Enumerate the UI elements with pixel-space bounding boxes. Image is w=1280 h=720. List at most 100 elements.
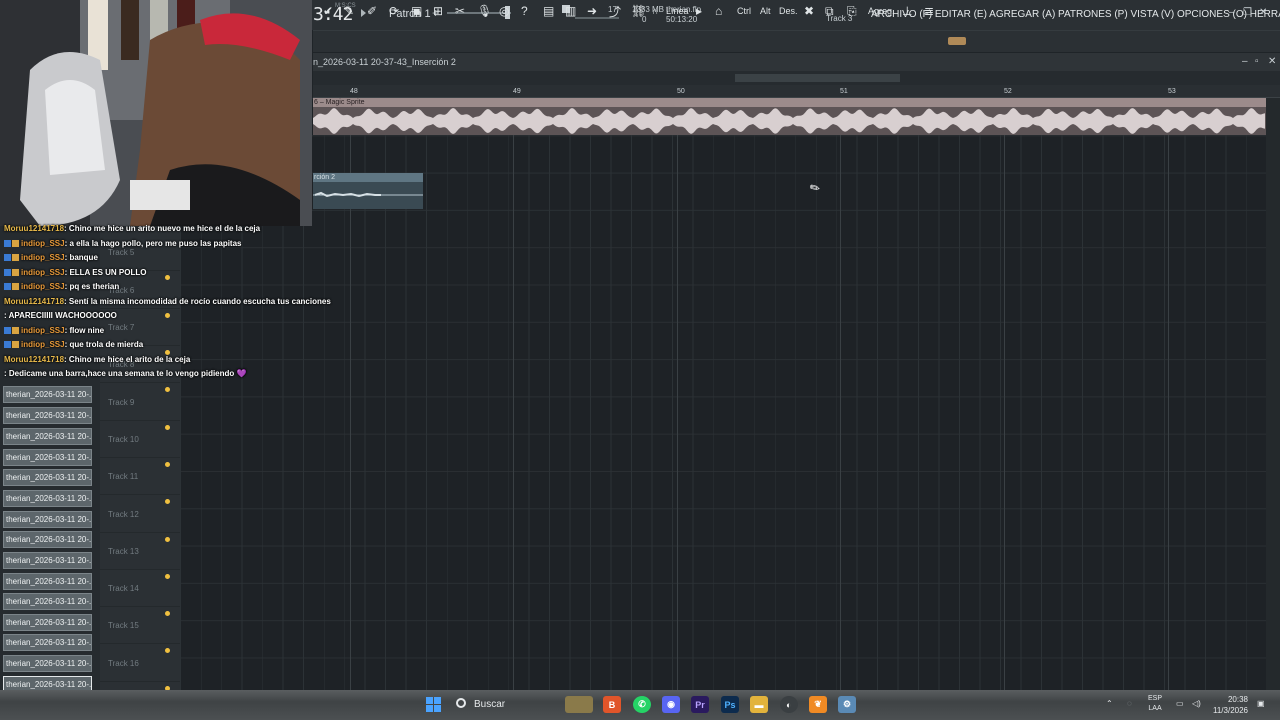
chat-text: : pq es therian [64,282,120,291]
paste-icon[interactable]: ⎘ [847,3,857,19]
chat-badge-icon [12,341,19,348]
time-ruler[interactable] [313,85,1280,98]
minimize-icon[interactable]: – [1229,7,1235,18]
cut-icon[interactable]: ✖ [804,3,814,19]
widgets-icon[interactable] [565,696,593,713]
playlist-title: n_2026-03-11 20-37-43_Inserción 2 [313,57,456,67]
chat-text: : APARECIIIII WACHOOOOOO [4,311,117,320]
pattern-item[interactable]: therian_2026-03-11 20-... [3,469,92,486]
webcam-overlay [0,0,312,226]
alt-key[interactable]: Alt [760,3,771,19]
paint-tool-icon[interactable]: ✐ [367,3,377,19]
pattern-item[interactable]: therian_2026-03-11 20-... [3,386,92,403]
chat-badge-icon [4,240,11,247]
bar-line [1168,98,1169,690]
audio-clip-header[interactable] [313,98,1266,107]
comment-icon[interactable]: ◎ [499,3,509,19]
snap-selector[interactable]: Línea [666,3,689,19]
audio-clip-waveform[interactable] [313,182,423,209]
waveform-graphic [313,191,423,198]
mic-icon[interactable]: 🎙 [477,3,492,19]
chat-message: indiop_SSJ: pq es therian [4,282,119,291]
tray-overflow-icon[interactable]: ⌃ [1106,699,1113,708]
chat-badge-icon [4,341,11,348]
pattern-item[interactable]: therian_2026-03-11 20-... [3,511,92,528]
close-icon[interactable]: ✕ [1259,7,1267,18]
undo-key[interactable]: Des. [779,3,798,19]
overview-scroll-handle[interactable] [735,74,900,82]
ctrl-key[interactable]: Ctrl [737,3,751,19]
playlist-close-icon[interactable]: ✕ [1268,56,1276,67]
pattern-item[interactable]: therian_2026-03-11 20-... [3,593,92,610]
photoshop-icon[interactable]: Ps [721,696,739,713]
pattern-item[interactable]: therian_2026-03-11 20-... [3,428,92,445]
chat-text: : a ella la hago pollo, pero me puso las… [64,239,242,248]
pattern-arrow-icon[interactable] [361,9,366,17]
pattern-item[interactable]: therian_2026-03-11 20-... [3,573,92,590]
brave-icon[interactable]: B [603,696,621,713]
magnet-icon[interactable]: ∩ [652,3,658,19]
settings-icon[interactable]: ⚙ [838,696,856,713]
premiere-icon[interactable]: Pr [691,696,709,713]
loop-icon[interactable]: ⟳ [389,3,399,19]
pattern-item[interactable]: therian_2026-03-11 20-... [3,655,92,672]
fl-studio-icon[interactable]: ❦ [809,696,827,713]
search-icon[interactable] [456,698,466,708]
chat-badge-icon [12,254,19,261]
clock-date: 11/3/2026 [1213,706,1248,715]
track-name: Track 10 [108,435,139,444]
whatsapp-icon[interactable]: ✆ [633,696,651,713]
vertical-scrollbar[interactable] [1266,98,1280,690]
add-menu[interactable]: Agreg. [868,3,895,19]
ruler-bar-number: 48 [350,88,358,95]
restore-icon[interactable]: ❐ [1243,7,1252,18]
file-explorer-icon[interactable]: ▬ [750,696,768,713]
color-swatch[interactable] [948,37,966,45]
mixer-icon[interactable]: ⊥ [902,3,912,19]
tray-icon[interactable]: ◌ [1127,699,1132,708]
pattern-item[interactable]: therian_2026-03-11 20-... [3,614,92,631]
chat-badge-icon [4,254,11,261]
pattern-item[interactable]: therian_2026-03-11 20-... [3,449,92,466]
track-name: Track 11 [108,472,139,481]
obs-icon[interactable]: ◐ [780,696,798,713]
link-icon[interactable]: ⛓ [631,3,646,19]
windows-start-icon[interactable] [426,697,441,712]
pattern-item[interactable]: therian_2026-03-11 20-... [3,531,92,548]
chat-message: indiop_SSJ: ELLA ES UN POLLO [4,268,147,277]
draw-tool-icon[interactable]: ✎ [344,3,354,19]
track-name: Track 12 [108,510,139,519]
taskbar-search[interactable]: Buscar [474,699,505,710]
discord-icon[interactable]: ◉ [662,696,680,713]
pattern-item[interactable]: therian_2026-03-11 20-... [3,552,92,569]
pattern-item[interactable]: therian_2026-03-11 20-... [3,634,92,651]
pattern-item[interactable]: therian_2026-03-11 20-... [3,407,92,424]
bell-icon[interactable]: ⌂ [715,3,722,19]
keyboard-icon[interactable]: ▥ [565,3,576,19]
slice-tool-icon[interactable]: ✂ [455,3,465,19]
chat-text: : banque [64,253,98,262]
snap-arrow-icon[interactable]: ▸ [696,3,702,19]
pin-icon[interactable]: ✔ [323,3,333,19]
piano-roll-icon[interactable]: ▤ [543,3,554,19]
playlist-minimize-icon[interactable]: – [1242,56,1248,67]
chat-username: Moruu12141718 [4,224,65,233]
pattern-item[interactable]: therian_2026-03-11 20-... [3,490,92,507]
chat-message: : APARECIIIII WACHOOOOOO [4,311,117,320]
language-indicator[interactable]: ESP LAA [1148,694,1162,714]
save-icon[interactable]: ▣ [411,3,422,19]
volume-icon[interactable]: ◁) [1192,699,1201,708]
playlist-title-bar [313,53,1280,71]
help-icon[interactable]: ? [521,3,528,19]
notification-icon[interactable]: ▣ [1257,699,1265,708]
copy-icon[interactable]: ⧉ [825,3,834,19]
system-clock[interactable]: 20:38 11/3/2026 [1213,694,1248,716]
network-icon[interactable]: ▭ [1176,699,1184,708]
arrow-right-icon[interactable]: ➜ [587,3,597,19]
audio-clip-waveform[interactable] [313,107,1266,135]
brush-icon[interactable]: ⤴ [609,3,621,19]
stamp-icon[interactable]: ⊞ [433,3,443,19]
chat-badge-icon [12,327,19,334]
list-icon[interactable]: ≣ [924,3,934,19]
playlist-restore-icon[interactable]: ▫ [1255,56,1259,67]
